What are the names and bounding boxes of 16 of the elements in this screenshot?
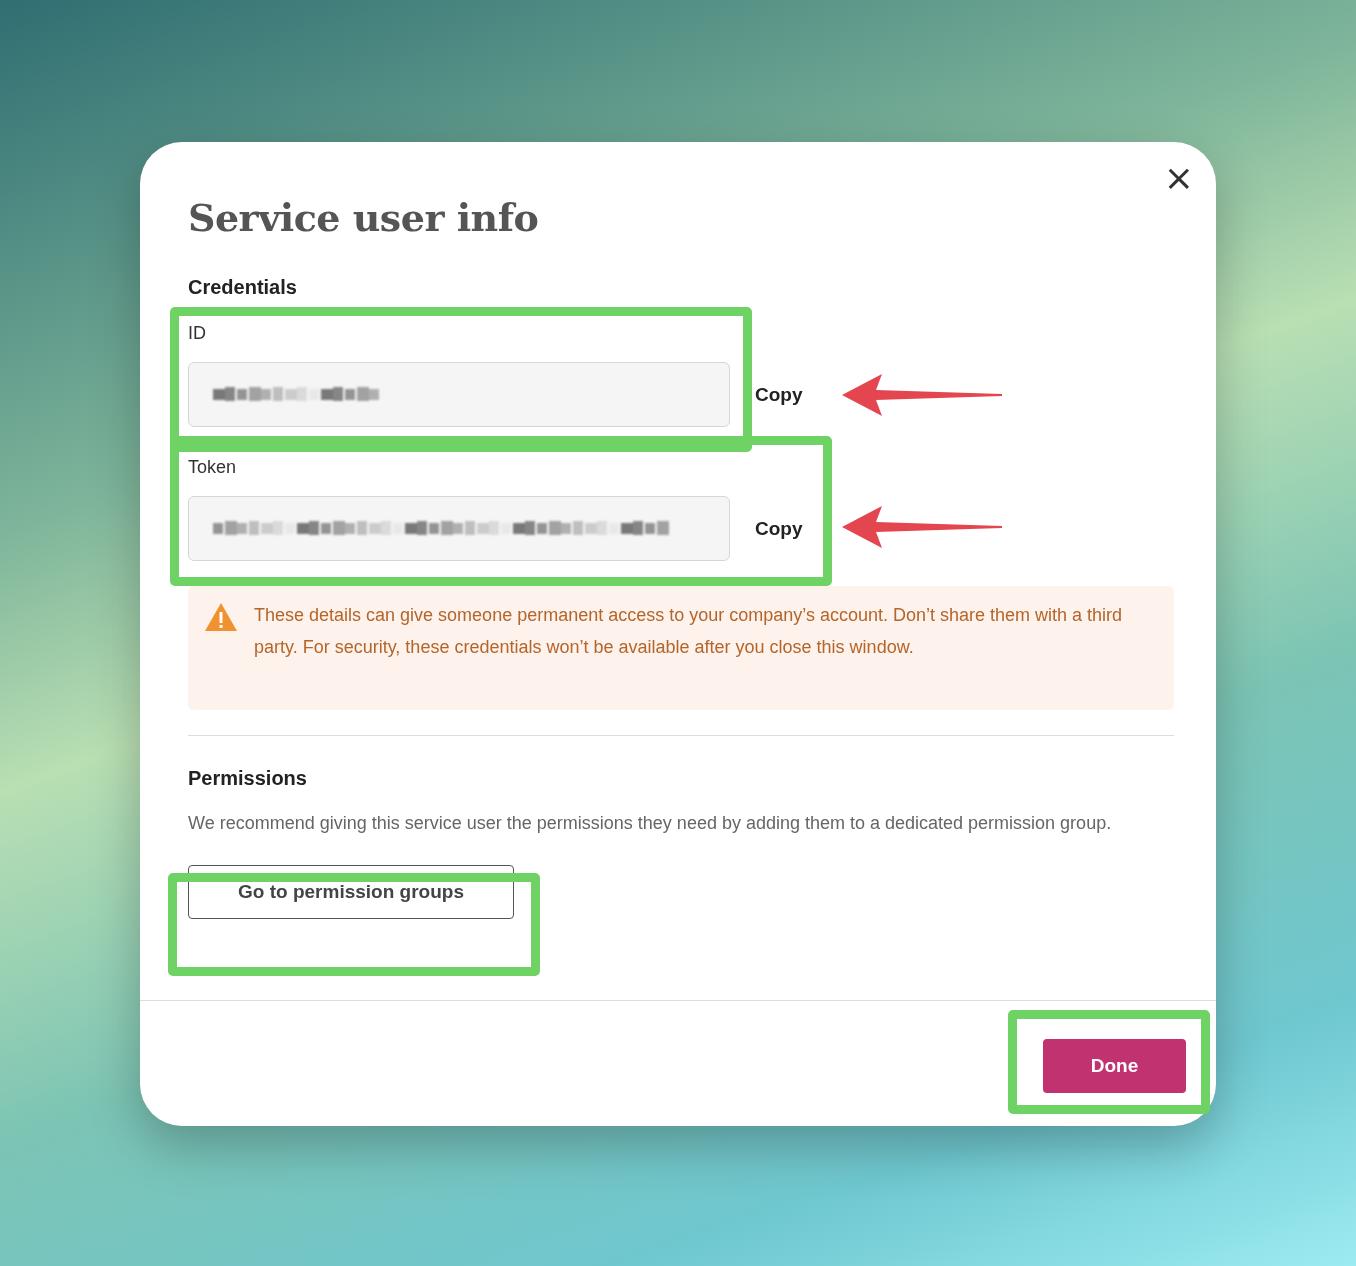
warning-text: These details can give someone permanent access to your company’s account. Don’t share them with a third party. For security, these credentials won’t be available after you close this window. [254, 604, 1124, 659]
close-button[interactable]: × [1163, 160, 1194, 196]
copy-button[interactable]: Copy [755, 383, 803, 406]
section-heading: Permissions [188, 766, 307, 791]
section-heading: Credentials [188, 275, 297, 300]
copy-button[interactable]: Copy [755, 517, 803, 540]
dialog-title: Service user info [188, 194, 539, 242]
warning-icon [204, 602, 238, 632]
permissions-description: We recommend giving this service user the permissions they need by adding them to a dedicated permission group. [188, 812, 1113, 835]
input-field[interactable] [188, 496, 730, 561]
field-label: ID [188, 322, 206, 345]
done-button[interactable]: Done [1043, 1039, 1186, 1093]
field-label: Token [188, 456, 237, 479]
arrow-icon [842, 506, 1004, 548]
input-field[interactable] [188, 362, 730, 427]
arrow-icon [842, 374, 1004, 416]
